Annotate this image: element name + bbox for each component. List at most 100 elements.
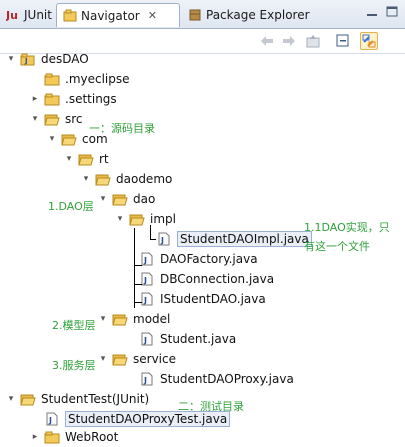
- expanded-arrow-icon[interactable]: ▾: [98, 314, 108, 324]
- junit-icon: Ju: [5, 8, 20, 22]
- tree-item[interactable]: ▾ rt: [64, 150, 109, 168]
- svg-text:J: J: [160, 236, 164, 245]
- java-file-icon: J: [139, 372, 155, 386]
- collapsed-arrow-icon[interactable]: ▸: [30, 432, 40, 442]
- navigator-icon: [63, 9, 77, 23]
- tree-item-label: .myeclipse: [65, 72, 130, 86]
- tree-item[interactable]: ▾ impl: [115, 210, 176, 228]
- up-folder-icon[interactable]: [304, 32, 322, 50]
- java-file-icon: J: [139, 292, 155, 306]
- impl-annotation-line1: 1.1DAO实现，只: [304, 221, 390, 234]
- tree-item-label: DBConnection.java: [160, 272, 275, 286]
- back-arrow-icon[interactable]: [258, 32, 276, 50]
- svg-text:J: J: [143, 296, 147, 305]
- tree-item[interactable]: ▾ dao: [98, 190, 156, 208]
- service-layer-annotation: 3.服务层: [52, 359, 96, 372]
- expanded-arrow-icon[interactable]: ▾: [98, 194, 108, 204]
- tree-item-label: StudentTest(JUnit): [41, 392, 150, 406]
- tree-item[interactable]: ▸ WebRoot: [30, 428, 119, 446]
- bracket-line: [134, 228, 135, 308]
- model-layer-annotation: 2.模型层: [52, 319, 96, 332]
- tree-item-label: impl: [150, 212, 176, 226]
- expanded-arrow-icon[interactable]: ▾: [6, 394, 16, 404]
- tree-item-label: daodemo: [116, 172, 173, 186]
- collapse-all-icon[interactable]: [334, 32, 352, 50]
- view-tab-bar: Ju JUnit Navigator ✕ Package Explorer: [0, 0, 405, 29]
- folder-open-icon: [78, 152, 94, 166]
- tab-navigator[interactable]: Navigator ✕: [56, 3, 180, 27]
- expanded-arrow-icon[interactable]: ▾: [30, 114, 40, 124]
- svg-text:J: J: [143, 276, 147, 285]
- forward-arrow-icon[interactable]: [280, 32, 298, 50]
- tree-item-label: rt: [99, 152, 109, 166]
- tree-item[interactable]: J DAOFactory.java: [125, 250, 258, 268]
- tree-item-label: IStudentDAO.java: [160, 292, 266, 306]
- expanded-arrow-icon[interactable]: ▾: [115, 214, 125, 224]
- tree-item-label: dao: [133, 192, 156, 206]
- package-explorer-icon: [188, 8, 202, 22]
- tree-item-label: Student.java: [160, 332, 237, 346]
- tree-item-label: src: [65, 112, 83, 126]
- tree-item[interactable]: ▾ model: [98, 310, 171, 328]
- java-file-icon: J: [44, 412, 60, 426]
- expanded-arrow-icon[interactable]: ▾: [47, 134, 57, 144]
- tree-item[interactable]: J IStudentDAO.java: [125, 290, 266, 308]
- close-icon[interactable]: ✕: [148, 9, 157, 22]
- tree-item-label: .settings: [65, 92, 117, 106]
- bracket-tick: [134, 284, 142, 285]
- tree-item[interactable]: J DBConnection.java: [125, 270, 274, 288]
- tree-item[interactable]: ▾ JdesDAO: [6, 50, 89, 68]
- folder-icon: [44, 430, 60, 444]
- java-file-icon: J: [156, 232, 172, 246]
- svg-text:J: J: [143, 256, 147, 265]
- tab-package-explorer-label: Package Explorer: [206, 8, 310, 22]
- tree-item[interactable]: ▸ .settings: [30, 90, 117, 108]
- tree-item[interactable]: ▾ service: [98, 350, 176, 368]
- tree-item-label: StudentDAOProxy.java: [160, 372, 294, 386]
- folder-open-icon: [61, 132, 77, 146]
- tree-item[interactable]: J StudentDAOImpl.java: [142, 230, 312, 248]
- svg-text:J: J: [143, 376, 147, 385]
- expanded-arrow-icon[interactable]: ▾: [64, 154, 74, 164]
- expanded-arrow-icon[interactable]: ▾: [6, 54, 16, 64]
- tree-item[interactable]: J StudentDAOProxy.java: [125, 370, 294, 388]
- expanded-arrow-icon[interactable]: ▾: [81, 174, 91, 184]
- svg-text:J: J: [24, 57, 28, 65]
- folder-open-icon: [112, 312, 128, 326]
- bracket-tick: [134, 302, 142, 303]
- minimize-icon[interactable]: [364, 4, 380, 20]
- folder-open-icon: [44, 112, 60, 126]
- tree-item-label: DAOFactory.java: [160, 252, 258, 266]
- tree-item[interactable]: ▾ src: [30, 110, 83, 128]
- tree-item-label: StudentDAOImpl.java: [177, 231, 312, 247]
- test-annotation: 二：测试目录: [178, 400, 244, 413]
- tree-item[interactable]: .myeclipse: [30, 70, 130, 88]
- tab-junit[interactable]: Ju JUnit: [0, 3, 56, 27]
- maximize-icon[interactable]: [384, 4, 400, 20]
- tree-item[interactable]: J Student.java: [125, 330, 236, 348]
- java-file-icon: J: [139, 252, 155, 266]
- link-with-editor-icon[interactable]: [360, 32, 378, 50]
- java-file-icon: J: [139, 332, 155, 346]
- collapsed-arrow-icon[interactable]: ▸: [30, 94, 40, 104]
- svg-text:J: J: [143, 336, 147, 345]
- svg-text:Ju: Ju: [6, 9, 18, 22]
- tree-item[interactable]: ▾ daodemo: [81, 170, 173, 188]
- tree-item-label: model: [133, 312, 171, 326]
- bracket-tick: [134, 265, 142, 266]
- src-annotation: 一：源码目录: [89, 122, 155, 135]
- tab-package-explorer[interactable]: Package Explorer: [182, 3, 310, 27]
- expanded-arrow-icon[interactable]: ▾: [98, 354, 108, 364]
- folder-open-icon: [129, 212, 145, 226]
- tree-item-label: service: [133, 352, 176, 366]
- bracket-line: [150, 225, 151, 239]
- folder-icon: [44, 92, 60, 106]
- tab-junit-label: JUnit: [24, 8, 52, 22]
- tree-item[interactable]: ▾ StudentTest(JUnit): [6, 390, 149, 408]
- project-icon: J: [20, 52, 36, 66]
- folder-open-icon: [112, 352, 128, 366]
- svg-text:J: J: [48, 416, 52, 425]
